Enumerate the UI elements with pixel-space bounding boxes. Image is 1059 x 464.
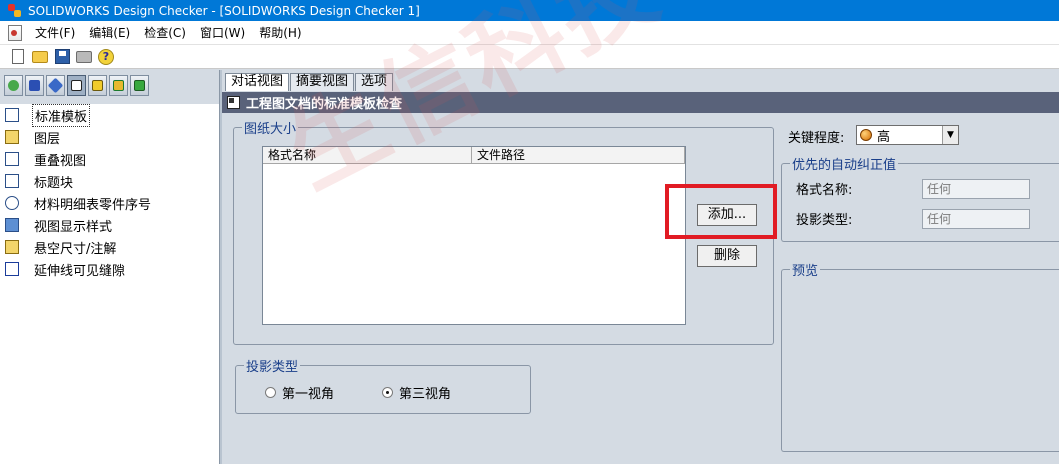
tab-summary-view[interactable]: 摘要视图: [290, 73, 355, 91]
check-header: 工程图文档的标准模板检查: [222, 92, 1059, 113]
auto-projection-field: 任何: [922, 209, 1030, 229]
part-check-icon: [92, 80, 103, 91]
preview-legend: 预览: [792, 264, 819, 279]
tab-options[interactable]: 选项: [355, 73, 394, 91]
severity-orange-dot-icon: [860, 129, 872, 141]
drawing-check-icon: [134, 80, 145, 91]
extension-line-gap-icon: [5, 262, 19, 276]
delete-button[interactable]: 删除: [697, 245, 757, 267]
solidworks-logo-icon: [8, 3, 22, 18]
strip-part-check-button[interactable]: [88, 75, 107, 96]
title-block-icon: [5, 174, 19, 188]
check-item-label: 材料明细表零件序号: [34, 197, 152, 213]
check-type-strip: [4, 75, 151, 96]
save-button[interactable]: [52, 47, 72, 67]
check-item-label: 视图显示样式: [34, 219, 113, 235]
auto-projection-label: 投影类型:: [796, 213, 853, 228]
check-list: 标准模板 图层 重叠视图 标题块 材料明细表零件序号 视图显示样式 悬空尺寸/注…: [0, 103, 219, 464]
text-style-icon: [29, 80, 40, 91]
radio-third-angle[interactable]: 第三视角: [382, 383, 451, 402]
save-disk-icon: [54, 49, 70, 64]
overlapping-views-icon: [5, 152, 19, 166]
preview-group: 预览: [781, 260, 1059, 452]
check-item-layers[interactable]: 图层: [0, 126, 219, 148]
check-item-label: 标题块: [34, 175, 74, 191]
menu-check[interactable]: 检查(C): [137, 22, 193, 44]
help-icon: ?: [98, 48, 114, 65]
check-item-bom-balloons[interactable]: 材料明细表零件序号: [0, 192, 219, 214]
column-file-path[interactable]: 文件路径: [472, 147, 685, 163]
table-icon: [71, 80, 82, 91]
check-item-label: 悬空尺寸/注解: [34, 241, 117, 257]
auto-correct-legend: 优先的自动纠正值: [792, 158, 897, 173]
title-bar: SOLIDWORKS Design Checker - [SOLIDWORKS …: [0, 0, 1059, 21]
dangling-dimension-icon: [5, 240, 19, 254]
view-tabs: 对话视图 摘要视图 选项: [225, 73, 394, 91]
radio-label: 第一视角: [282, 387, 335, 402]
radio-dot: [382, 387, 393, 398]
layers-icon: [5, 130, 19, 144]
sheet-size-legend: 图纸大小: [244, 122, 297, 137]
highlight-box: [665, 184, 777, 239]
check-item-view-display-style[interactable]: 视图显示样式: [0, 214, 219, 236]
left-pane: 标准模板 图层 重叠视图 标题块 材料明细表零件序号 视图显示样式 悬空尺寸/注…: [0, 70, 219, 464]
open-folder-icon: [32, 50, 48, 63]
column-format-name[interactable]: 格式名称: [263, 147, 472, 163]
help-button[interactable]: ?: [96, 47, 116, 67]
menu-bar: 文件(F) 编辑(E) 检查(C) 窗口(W) 帮助(H): [0, 21, 1059, 45]
new-document-icon: [12, 49, 24, 64]
check-item-title-block[interactable]: 标题块: [0, 170, 219, 192]
projection-legend: 投影类型: [246, 360, 299, 375]
check-item-extension-line-gap[interactable]: 延伸线可见缝隙: [0, 258, 219, 280]
menu-edit[interactable]: 编辑(E): [82, 22, 137, 44]
radio-first-angle[interactable]: 第一视角: [265, 383, 334, 402]
check-item-standard-template[interactable]: 标准模板: [0, 103, 219, 127]
severity-select[interactable]: 高 ▼: [856, 125, 959, 145]
window-title: SOLIDWORKS Design Checker - [SOLIDWORKS …: [28, 3, 420, 18]
menu-window[interactable]: 窗口(W): [193, 22, 252, 44]
strip-text-style-button[interactable]: [25, 75, 44, 96]
check-item-label: 重叠视图: [34, 153, 87, 169]
document-menu-icon[interactable]: [8, 24, 22, 41]
open-button[interactable]: [30, 47, 50, 67]
checklist-icon: [8, 80, 19, 91]
auto-format-label: 格式名称:: [796, 183, 853, 198]
check-item-dangling-dimensions[interactable]: 悬空尺寸/注解: [0, 236, 219, 258]
menu-file[interactable]: 文件(F): [28, 22, 82, 44]
print-button[interactable]: [74, 47, 94, 67]
check-item-label: 延伸线可见缝隙: [34, 263, 126, 279]
template-check-icon: [227, 96, 240, 109]
check-header-title: 工程图文档的标准模板检查: [246, 97, 403, 112]
severity-label: 关键程度:: [788, 131, 845, 146]
toolbar: ?: [0, 45, 1059, 69]
template-page-icon: [5, 108, 19, 122]
strip-dimension-button[interactable]: [46, 75, 65, 96]
print-icon: [76, 50, 92, 63]
view-display-cube-icon: [5, 218, 19, 232]
new-document-button[interactable]: [8, 47, 28, 67]
assembly-check-icon: [113, 80, 124, 91]
tab-dialog-view[interactable]: 对话视图: [225, 73, 290, 91]
check-item-label: 标准模板: [32, 103, 91, 127]
strip-drawing-check-button[interactable]: [130, 75, 149, 96]
strip-assembly-check-button[interactable]: [109, 75, 128, 96]
auto-format-field: 任何: [922, 179, 1030, 199]
right-pane: 对话视图 摘要视图 选项 工程图文档的标准模板检查 图纸大小 格式名称 文件路径…: [222, 70, 1059, 464]
strip-checklist-button[interactable]: [4, 75, 23, 96]
format-list-header: 格式名称 文件路径: [263, 147, 685, 164]
menu-help[interactable]: 帮助(H): [252, 22, 308, 44]
strip-table-button[interactable]: [67, 75, 86, 96]
dimension-icon: [47, 77, 64, 94]
chevron-down-icon[interactable]: ▼: [942, 126, 958, 144]
severity-value: 高: [877, 129, 891, 145]
radio-dot: [265, 387, 276, 398]
check-item-label: 图层: [34, 131, 61, 147]
format-list[interactable]: 格式名称 文件路径: [262, 146, 686, 325]
check-item-overlapping-views[interactable]: 重叠视图: [0, 148, 219, 170]
balloon-search-icon: [5, 196, 19, 210]
radio-label: 第三视角: [399, 387, 452, 402]
